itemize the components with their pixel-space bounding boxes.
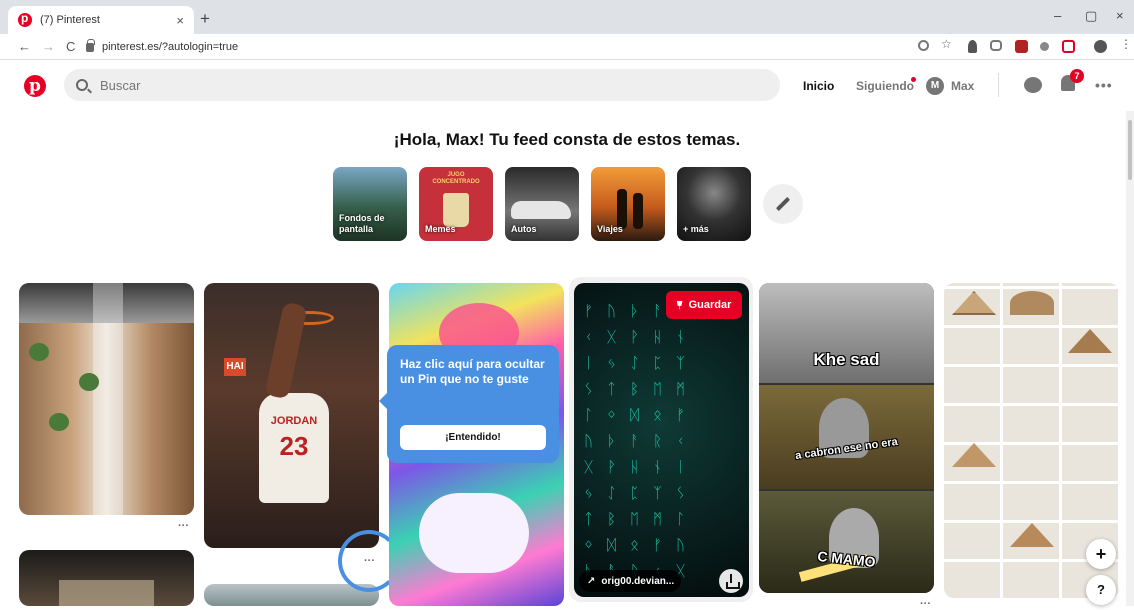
pin-shower-bathroom[interactable] bbox=[19, 283, 194, 515]
feed-greeting: ¡Hola, Max! Tu feed consta de estos tema… bbox=[393, 130, 741, 149]
page-scrollbar[interactable] bbox=[1126, 111, 1134, 606]
topic-card-wallpapers[interactable]: Fondos de pantalla bbox=[333, 167, 407, 241]
glyph-grid: ᚠᚢᚦᚨᚱ ᚲᚷᚹᚺᚾ ᛁᛃᛇᛈᛉ ᛊᛏᛒᛖᛗ ᛚᛜᛞᛟᚠ ᚢᚦᚨᚱᚲ ᚷᚹᚺᚾ… bbox=[584, 302, 700, 580]
hide-pin-tooltip: Haz clic aquí para ocultar un Pin que no… bbox=[379, 345, 559, 463]
window-close-button[interactable]: × bbox=[1116, 8, 1124, 23]
juice-glass-illustration bbox=[443, 193, 469, 227]
chrome-menu-icon[interactable]: ⋮ bbox=[1120, 37, 1133, 51]
search-icon bbox=[76, 79, 88, 91]
nav-following[interactable]: Siguiendo bbox=[856, 79, 914, 93]
new-tab-button[interactable]: + bbox=[200, 9, 210, 29]
topic-label: Fondos de pantalla bbox=[339, 213, 385, 234]
meme-caption-1: Khe sad bbox=[813, 350, 880, 369]
pinterest-logo-icon[interactable]: p bbox=[24, 75, 46, 97]
external-link-icon: ↗ bbox=[587, 575, 596, 587]
messages-icon[interactable] bbox=[1024, 77, 1042, 93]
following-new-dot bbox=[911, 77, 916, 82]
meme-sign-text: JUGO CONCENTRADO bbox=[432, 172, 480, 185]
lock-icon bbox=[86, 38, 95, 52]
browser-tab[interactable]: (7) Pinterest × bbox=[8, 6, 194, 34]
window-maximize-button[interactable]: ▢ bbox=[1085, 8, 1097, 24]
pin-jordan-dunk[interactable]: HAI JORDAN 23 bbox=[204, 283, 379, 548]
traveler-silhouette bbox=[617, 189, 627, 229]
search-input[interactable] bbox=[100, 77, 700, 93]
edit-topics-button[interactable] bbox=[763, 184, 803, 224]
arena-sign: HAI bbox=[224, 358, 246, 376]
topic-label: + más bbox=[683, 224, 709, 234]
pin-gandalf-meme[interactable]: Khe sad a cabron ese no era C MAMO bbox=[759, 283, 934, 593]
nav-home[interactable]: Inicio bbox=[803, 79, 834, 93]
location-icon[interactable] bbox=[918, 40, 929, 51]
browser-address-bar: ← → C pinterest.es/?autologin=true ☆ ⋮ bbox=[0, 34, 1134, 60]
topic-card-memes[interactable]: JUGO CONCENTRADO Memes bbox=[419, 167, 493, 241]
url-text: pinterest.es/?autologin=true bbox=[102, 41, 239, 53]
add-button[interactable]: + bbox=[1086, 539, 1116, 569]
extension-dot-icon[interactable] bbox=[1040, 42, 1049, 51]
nav-user-name[interactable]: Max bbox=[951, 79, 974, 93]
header-divider bbox=[998, 73, 999, 97]
pin-glyph-chart[interactable]: ᚠᚢᚦᚨᚱ ᚲᚷᚹᚺᚾ ᛁᛃᛇᛈᛉ ᛊᛏᛒᛖᛗ ᛚᛜᛞᛟᚠ ᚢᚦᚨᚱᚲ ᚷᚹᚺᚾ… bbox=[574, 283, 749, 597]
more-options-icon[interactable]: ••• bbox=[1095, 77, 1113, 93]
pin-dark-interior[interactable] bbox=[19, 550, 194, 606]
browser-tab-bar: (7) Pinterest × + – ▢ × bbox=[0, 0, 1134, 34]
window-minimize-button[interactable]: – bbox=[1054, 8, 1061, 23]
jersey: JORDAN 23 bbox=[259, 393, 329, 503]
roof-model bbox=[1010, 291, 1054, 315]
notifications-badge: 7 bbox=[1070, 69, 1084, 83]
topic-label: Autos bbox=[511, 224, 537, 234]
plant bbox=[49, 413, 69, 431]
light-beam bbox=[93, 283, 123, 515]
bookmark-star-icon[interactable]: ☆ bbox=[941, 37, 954, 51]
art-shape bbox=[419, 493, 529, 573]
car-illustration bbox=[511, 201, 571, 219]
pin-more-dots[interactable]: ··· bbox=[920, 598, 931, 610]
help-button[interactable]: ? bbox=[1086, 575, 1116, 605]
got-it-button[interactable]: ¡Entendido! bbox=[400, 425, 546, 450]
pdf-extension-icon[interactable] bbox=[1015, 40, 1028, 53]
jersey-number: 23 bbox=[279, 431, 309, 461]
lit-window bbox=[59, 580, 154, 606]
plant bbox=[29, 343, 49, 361]
pinterest-favicon-icon bbox=[18, 11, 32, 27]
tab-title: (7) Pinterest bbox=[40, 14, 100, 26]
extension-bulb-icon[interactable] bbox=[968, 40, 977, 53]
player-arm bbox=[264, 301, 308, 400]
reload-icon[interactable]: C bbox=[66, 39, 75, 54]
back-arrow-icon[interactable]: ← bbox=[18, 39, 31, 54]
pocket-icon[interactable] bbox=[990, 40, 1002, 51]
pin-more-dots[interactable]: ··· bbox=[178, 520, 189, 532]
topic-card-cars[interactable]: Autos bbox=[505, 167, 579, 241]
topic-card-more[interactable]: + más bbox=[677, 167, 751, 241]
save-pin-button[interactable]: Guardar bbox=[666, 291, 742, 319]
traveler-silhouette bbox=[633, 193, 643, 229]
avatar[interactable]: M bbox=[926, 77, 944, 95]
pinterest-extension-icon[interactable] bbox=[1062, 40, 1075, 53]
pushpin-icon bbox=[676, 300, 683, 310]
save-label: Guardar bbox=[688, 299, 732, 311]
plant bbox=[79, 373, 99, 391]
topic-label: Memes bbox=[425, 224, 456, 234]
forward-arrow-icon[interactable]: → bbox=[42, 39, 55, 54]
pin-source-text: orig00.devian... bbox=[601, 575, 675, 587]
search-bar[interactable] bbox=[64, 69, 780, 101]
jersey-name: JORDAN bbox=[270, 415, 318, 427]
share-icon[interactable] bbox=[719, 569, 743, 593]
topic-label: Viajes bbox=[597, 224, 623, 234]
profile-icon[interactable] bbox=[1094, 40, 1107, 53]
pin-source-link[interactable]: ↗ orig00.devian... bbox=[579, 570, 681, 592]
topic-card-travel[interactable]: Viajes bbox=[591, 167, 665, 241]
pinterest-header: p Inicio Siguiendo M Max 7 ••• bbox=[0, 61, 1134, 111]
tooltip-text: Haz clic aquí para ocultar un Pin que no… bbox=[400, 357, 545, 386]
url-field[interactable]: pinterest.es/?autologin=true bbox=[86, 36, 906, 58]
scrollbar-thumb[interactable] bbox=[1128, 120, 1132, 180]
tab-close-icon[interactable]: × bbox=[176, 13, 184, 28]
